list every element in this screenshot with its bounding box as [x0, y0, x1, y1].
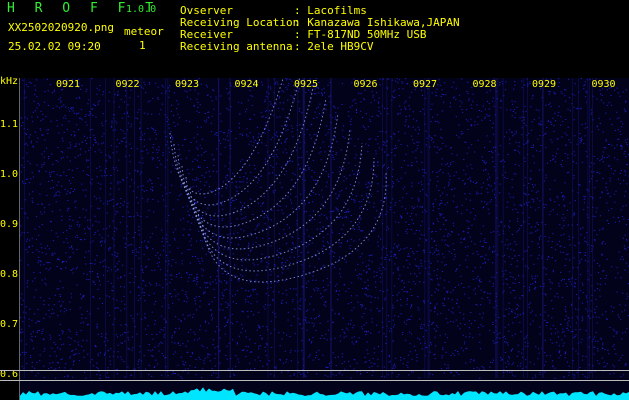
- meteor-label: meteor: [124, 25, 164, 38]
- range-line-lower: [0, 380, 629, 381]
- x-tick-label: 0923: [175, 79, 200, 90]
- x-tick-label: 0925: [294, 79, 319, 90]
- y-axis-line: [19, 78, 20, 400]
- meteor-echo-trace: [181, 97, 327, 228]
- x-tick-label: 0927: [413, 79, 438, 90]
- y-tick-label: 0.7: [0, 319, 19, 330]
- app-version: 1.0.0: [126, 4, 157, 15]
- y-tick-label: 0.9: [0, 219, 19, 230]
- y-axis-unit: kHz: [0, 76, 19, 87]
- y-tick-label: 0.8: [0, 269, 19, 280]
- x-tick-label: 0922: [115, 79, 140, 90]
- antenna-value: : 2ele HB9CV: [294, 40, 374, 53]
- file-name: XX2502020920.png: [8, 21, 114, 34]
- x-tick-label: 0926: [353, 79, 378, 90]
- range-line-upper: [0, 370, 629, 371]
- meteor-echo-trace: [173, 78, 301, 206]
- meteor-echo-trace: [197, 157, 375, 272]
- header-panel: H R O F F T 1.0.0 XX2502020920.png 25.02…: [0, 0, 629, 78]
- x-tick-label: 0928: [472, 79, 497, 90]
- antenna-label: Receiving antenna: [180, 40, 293, 53]
- noise-field: [20, 78, 629, 379]
- y-tick-label: 1.0: [0, 169, 19, 180]
- date-time: 25.02.02 09:20: [8, 40, 101, 53]
- meteor-echo-trace: [189, 127, 351, 250]
- x-tick-label: 0924: [234, 79, 259, 90]
- y-tick-label: 1.1: [0, 119, 19, 130]
- meteor-echo-trace: [201, 172, 387, 283]
- meteor-count: 1: [139, 39, 146, 52]
- x-tick-label: 0921: [56, 79, 81, 90]
- spectrogram-plot: [20, 78, 629, 400]
- spectrum-strip: [20, 387, 629, 400]
- x-tick-label: 0929: [532, 79, 557, 90]
- spectrogram-canvas: [20, 78, 629, 400]
- x-tick-label: 0930: [591, 79, 616, 90]
